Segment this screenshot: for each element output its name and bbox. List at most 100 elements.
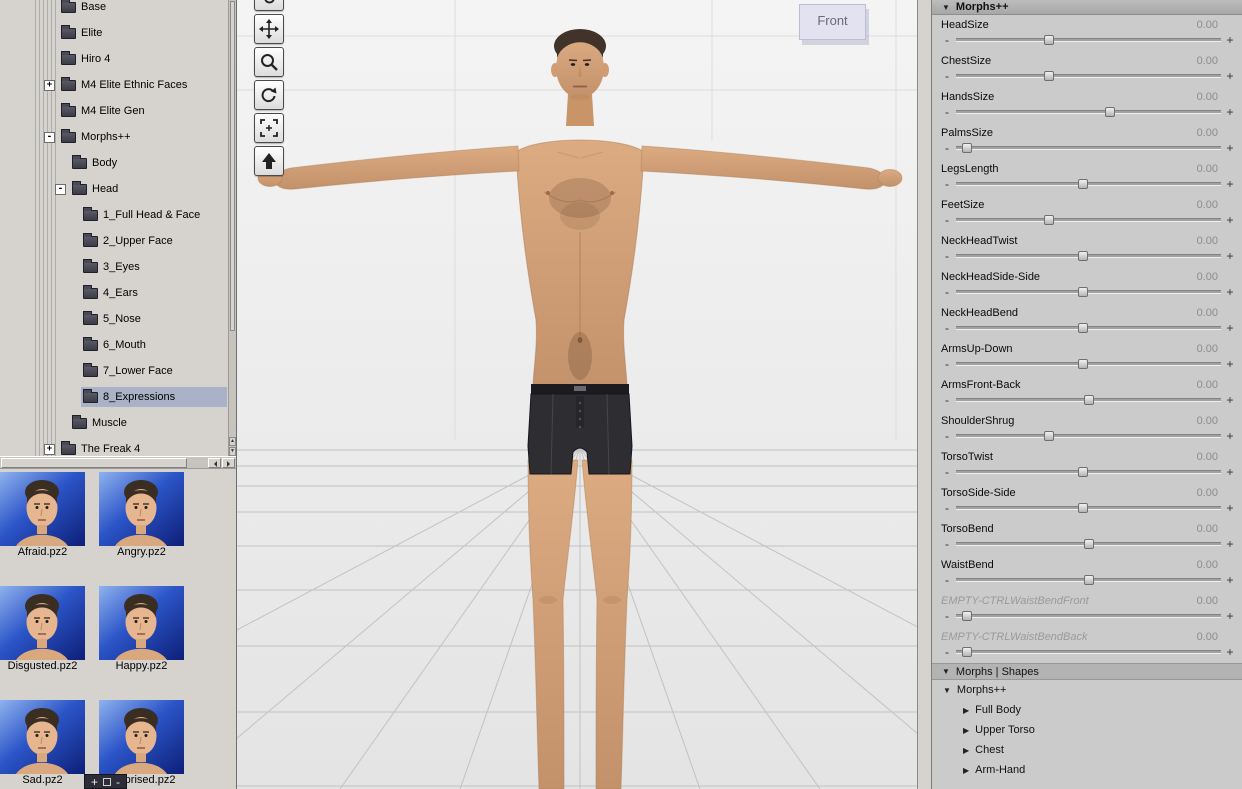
- tree-item[interactable]: 6_Mouth: [0, 332, 236, 358]
- tree-expander-icon[interactable]: +: [44, 443, 55, 455]
- slider-thumb[interactable]: [961, 647, 972, 657]
- tree-item[interactable]: Hiro 4: [0, 46, 236, 72]
- decrement-button[interactable]: -: [941, 358, 953, 370]
- increment-button[interactable]: +: [1224, 70, 1236, 82]
- tree-item[interactable]: Body: [0, 150, 236, 176]
- pose-thumbnail[interactable]: Afraid.pz2: [0, 472, 85, 559]
- increment-button[interactable]: +: [1224, 34, 1236, 46]
- tree-expander-icon[interactable]: -: [44, 131, 55, 143]
- tree-item-content[interactable]: M4 Elite Ethnic Faces: [59, 75, 227, 95]
- decrement-button[interactable]: -: [941, 178, 953, 190]
- tree-item-content[interactable]: M4 Elite Gen: [59, 101, 227, 121]
- decrement-button[interactable]: -: [941, 394, 953, 406]
- slider-track[interactable]: [956, 251, 1221, 261]
- decrement-button[interactable]: -: [941, 430, 953, 442]
- frame-selection-button[interactable]: [254, 113, 284, 143]
- decrement-button[interactable]: -: [941, 214, 953, 226]
- parameter-value[interactable]: 0.00: [1197, 271, 1218, 283]
- slider-thumb[interactable]: [961, 143, 972, 153]
- slider-thumb[interactable]: [1078, 251, 1089, 261]
- parameter-value[interactable]: 0.00: [1197, 451, 1218, 463]
- tree-item-content[interactable]: Hiro 4: [59, 49, 227, 69]
- scroll-down-button[interactable]: ▼: [229, 447, 236, 456]
- slider-track[interactable]: [956, 575, 1221, 585]
- increment-button[interactable]: +: [1224, 178, 1236, 190]
- slider-thumb[interactable]: [1043, 71, 1054, 81]
- tree-item-content[interactable]: 2_Upper Face: [81, 231, 227, 251]
- parameter-value[interactable]: 0.00: [1197, 307, 1218, 319]
- expression-thumbnail-image[interactable]: [99, 700, 184, 774]
- tree-item-content[interactable]: 6_Mouth: [81, 335, 227, 355]
- increment-button[interactable]: +: [1224, 250, 1236, 262]
- scrollbar-thumb[interactable]: [230, 1, 235, 331]
- increment-button[interactable]: +: [1224, 430, 1236, 442]
- parameter-value[interactable]: 0.00: [1197, 523, 1218, 535]
- tree-item[interactable]: + The Freak 4: [0, 436, 236, 456]
- decrement-button[interactable]: -: [941, 286, 953, 298]
- decrement-button[interactable]: -: [941, 646, 953, 658]
- pose-thumbnail[interactable]: Sad.pz2: [0, 700, 85, 787]
- tree-item[interactable]: 4_Ears: [0, 280, 236, 306]
- expression-thumbnail-image[interactable]: [0, 586, 85, 660]
- panel-splitter[interactable]: [917, 0, 932, 789]
- tree-item-content[interactable]: Muscle: [70, 413, 227, 433]
- increment-button[interactable]: +: [1224, 646, 1236, 658]
- slider-thumb[interactable]: [1078, 467, 1089, 477]
- 3d-viewport[interactable]: Front: [237, 0, 917, 789]
- parameter-value[interactable]: 0.00: [1197, 235, 1218, 247]
- slider-track[interactable]: [956, 35, 1221, 45]
- morph-group-item[interactable]: ▶ Arm-Hand: [932, 760, 1242, 780]
- slider-thumb[interactable]: [1104, 107, 1115, 117]
- parameter-value[interactable]: 0.00: [1197, 379, 1218, 391]
- tree-item-content[interactable]: Elite: [59, 23, 227, 43]
- pose-thumbnail[interactable]: Happy.pz2: [99, 586, 184, 673]
- tree-item-content[interactable]: Base: [59, 0, 227, 17]
- slider-thumb[interactable]: [1078, 503, 1089, 513]
- parameter-value[interactable]: 0.00: [1197, 595, 1218, 607]
- slider-track[interactable]: [956, 359, 1221, 369]
- decrement-button[interactable]: -: [941, 322, 953, 334]
- slider-thumb[interactable]: [1083, 539, 1094, 549]
- parameter-value[interactable]: 0.00: [1197, 19, 1218, 31]
- expression-thumbnail-image[interactable]: [0, 700, 85, 774]
- increment-button[interactable]: +: [1224, 358, 1236, 370]
- decrement-button[interactable]: -: [941, 250, 953, 262]
- slider-track[interactable]: [956, 611, 1221, 621]
- increment-button[interactable]: +: [1224, 538, 1236, 550]
- slider-track[interactable]: [956, 215, 1221, 225]
- slider-thumb[interactable]: [1078, 359, 1089, 369]
- slider-thumb[interactable]: [1043, 215, 1054, 225]
- slider-track[interactable]: [956, 143, 1221, 153]
- morphs-subsection-header[interactable]: ▼ Morphs++: [932, 680, 1242, 700]
- expression-thumbnail-image[interactable]: [0, 472, 85, 546]
- slider-track[interactable]: [956, 71, 1221, 81]
- tree-vertical-scrollbar[interactable]: ▲ ▼: [228, 0, 236, 456]
- tree-item-content[interactable]: 8_Expressions: [81, 387, 227, 407]
- increment-button[interactable]: +: [1224, 214, 1236, 226]
- increment-button[interactable]: +: [1224, 286, 1236, 298]
- pose-thumbnail[interactable]: Disgusted.pz2: [0, 586, 85, 673]
- tree-item[interactable]: 1_Full Head & Face: [0, 202, 236, 228]
- tree-item[interactable]: 5_Nose: [0, 306, 236, 332]
- tree-item[interactable]: - Morphs++: [0, 124, 236, 150]
- tree-item[interactable]: 3_Eyes: [0, 254, 236, 280]
- parameter-value[interactable]: 0.00: [1197, 127, 1218, 139]
- hand-tool-button[interactable]: [254, 0, 284, 11]
- slider-thumb[interactable]: [1083, 395, 1094, 405]
- increment-button[interactable]: +: [1224, 142, 1236, 154]
- pose-thumbnail[interactable]: Angry.pz2: [99, 472, 184, 559]
- increment-button[interactable]: +: [1224, 394, 1236, 406]
- parameter-value[interactable]: 0.00: [1197, 55, 1218, 67]
- slider-track[interactable]: [956, 467, 1221, 477]
- tree-item-content[interactable]: 7_Lower Face: [81, 361, 227, 381]
- tree-item[interactable]: M4 Elite Gen: [0, 98, 236, 124]
- tree-item-content[interactable]: The Freak 4: [59, 439, 227, 456]
- decrement-button[interactable]: -: [941, 70, 953, 82]
- parameter-value[interactable]: 0.00: [1197, 91, 1218, 103]
- decrement-button[interactable]: -: [941, 574, 953, 586]
- parameter-value[interactable]: 0.00: [1197, 487, 1218, 499]
- slider-thumb[interactable]: [1078, 287, 1089, 297]
- slider-thumb[interactable]: [1043, 431, 1054, 441]
- tree-expander-icon[interactable]: -: [55, 183, 66, 195]
- orbit-up-button[interactable]: [254, 146, 284, 176]
